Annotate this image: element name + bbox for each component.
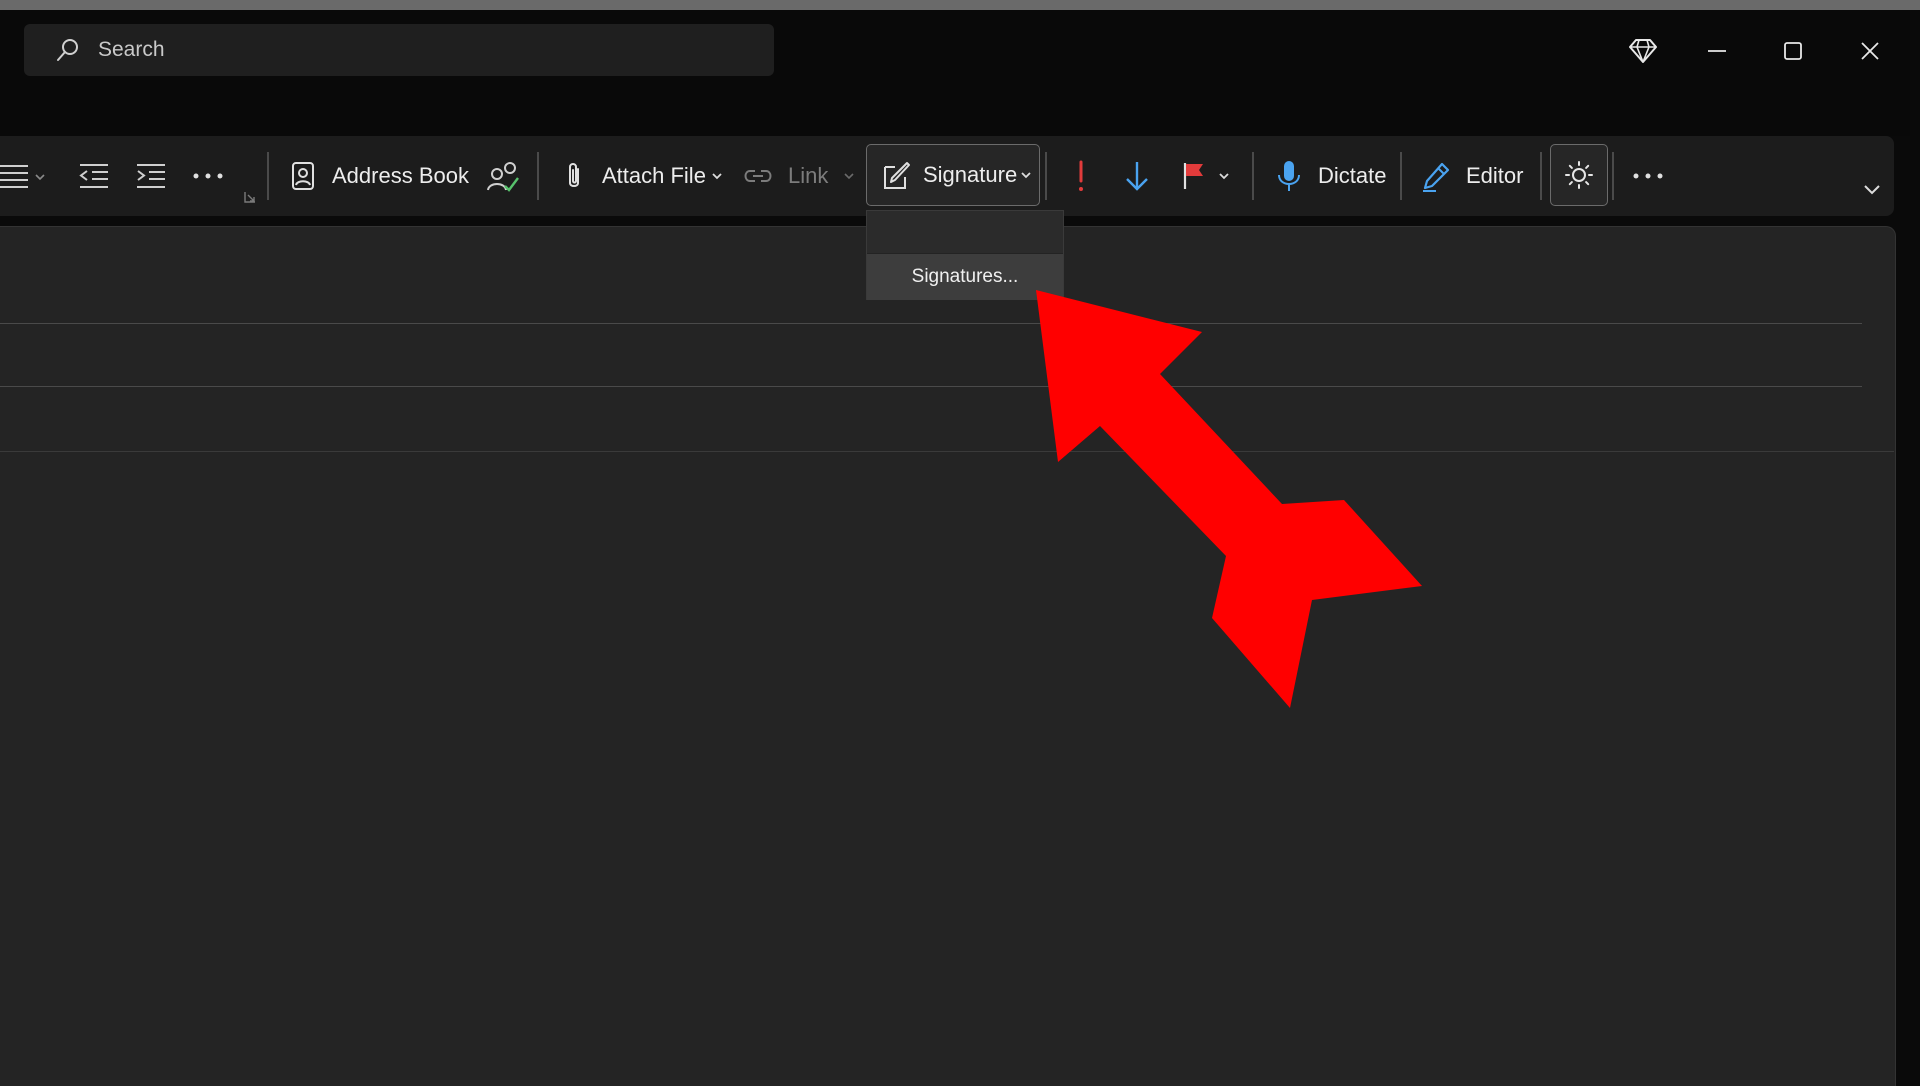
ribbon-separator [1540, 152, 1542, 200]
subject-field-divider [0, 451, 1894, 452]
decrease-indent-icon [79, 164, 108, 188]
collapse-ribbon-button[interactable] [1862, 136, 1882, 196]
microphone-icon [1278, 161, 1300, 191]
chevron-down-icon [712, 173, 722, 180]
check-names-icon [487, 162, 519, 192]
ribbon-toolbar: Address Book Attach File Link Signature … [0, 136, 1894, 216]
link-label: Link [788, 163, 829, 188]
signature-button[interactable]: Signature [866, 144, 1040, 206]
increase-indent-button[interactable] [135, 136, 167, 216]
link-icon [744, 170, 772, 182]
chevron-down-icon [1864, 185, 1880, 195]
compose-area[interactable] [0, 226, 1896, 1086]
attach-file-button[interactable]: Attach File [564, 136, 724, 216]
signatures-menu-item[interactable]: Signatures... [867, 254, 1063, 300]
flag-icon [1183, 163, 1203, 189]
dictate-label: Dictate [1318, 163, 1387, 188]
ribbon-separator [1400, 152, 1402, 200]
signature-list-empty [867, 211, 1063, 254]
diamond-icon [1629, 39, 1657, 63]
window-top-border [0, 0, 1920, 10]
ribbon-separator [537, 152, 539, 200]
search-placeholder: Search [98, 38, 165, 61]
dialog-launcher-icon [244, 192, 255, 203]
cc-field-divider [0, 386, 1862, 387]
ribbon-separator [1252, 152, 1254, 200]
more-icon [1633, 173, 1663, 179]
ribbon-separator [267, 152, 269, 200]
align-icon [0, 165, 45, 188]
editor-pen-icon [1423, 162, 1450, 192]
more-formatting-button[interactable] [192, 136, 224, 216]
editor-label: Editor [1466, 163, 1524, 188]
align-button[interactable] [0, 136, 48, 216]
address-book-icon [292, 162, 314, 190]
attach-file-label: Attach File [602, 163, 706, 188]
minimize-icon [1708, 50, 1726, 52]
high-importance-button[interactable] [1073, 136, 1089, 216]
decrease-indent-button[interactable] [78, 136, 110, 216]
address-book-button[interactable]: Address Book [290, 136, 469, 216]
editor-button[interactable]: Editor [1420, 136, 1523, 216]
follow-up-flag-button[interactable] [1181, 136, 1231, 216]
increase-indent-icon [137, 164, 165, 188]
signature-icon [884, 162, 910, 189]
title-bar: Search [0, 10, 1910, 136]
dictate-button[interactable]: Dictate [1276, 136, 1386, 216]
ribbon-separator [1612, 152, 1614, 200]
search-box[interactable]: Search [24, 24, 774, 76]
signature-dropdown-menu: Signatures... [866, 210, 1064, 300]
low-importance-button[interactable] [1124, 136, 1150, 216]
ribbon-separator [1045, 152, 1047, 200]
to-field-divider [0, 323, 1862, 324]
check-names-button[interactable] [486, 136, 520, 216]
sun-icon [1565, 161, 1593, 189]
signature-button-content: Signature [881, 145, 1033, 205]
address-book-label: Address Book [332, 163, 469, 188]
minimize-button[interactable] [1692, 28, 1742, 74]
more-options-button[interactable] [1632, 136, 1664, 216]
chevron-down-icon [1021, 172, 1031, 179]
maximize-icon [1784, 42, 1802, 60]
link-button[interactable]: Link [742, 136, 856, 216]
chevron-down-icon [844, 173, 854, 180]
dialog-launcher-button[interactable] [243, 136, 257, 216]
exclamation-icon [1079, 160, 1083, 191]
paperclip-icon [569, 163, 579, 187]
signature-label: Signature [923, 162, 1018, 187]
close-button[interactable] [1845, 28, 1895, 74]
chevron-down-icon [1219, 173, 1229, 180]
close-icon [1861, 42, 1879, 60]
search-icon [57, 39, 78, 61]
more-icon [193, 173, 223, 179]
theme-toggle-button[interactable] [1550, 144, 1608, 206]
premium-button[interactable] [1618, 28, 1668, 74]
down-arrow-icon [1126, 162, 1148, 191]
maximize-button[interactable] [1768, 28, 1818, 74]
